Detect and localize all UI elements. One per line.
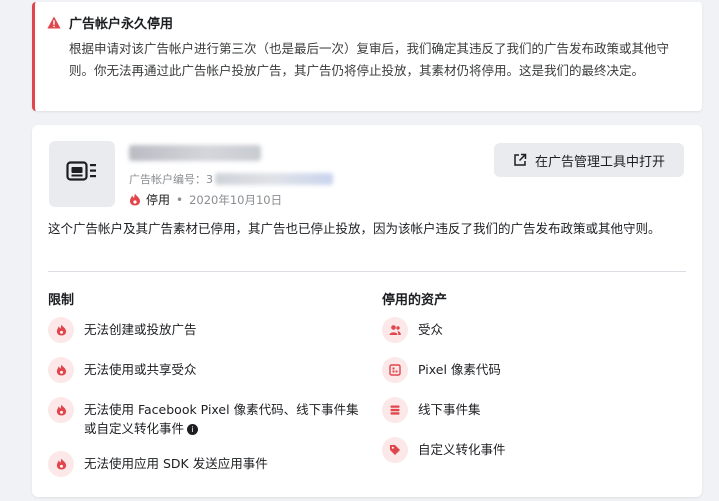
ad-account-icon [49,141,115,207]
account-id: 广告帐户编号： 3 [129,171,333,187]
asset-item-custom-conversions: 自定义转化事件 [382,437,682,477]
divider [48,271,686,272]
disabled-icon [48,317,74,343]
open-in-ads-manager-button[interactable]: 在广告管理工具中打开 [494,143,684,177]
status-text: 停用 [146,193,171,207]
account-id-redacted [215,173,333,185]
disabled-icon [48,357,74,383]
restrictions-section: 限制 无法创建或投放广告 无法使用或共享受众 无法使用 Facebook Pix… [48,289,368,491]
status-date: 2020年10月10日 [189,192,283,207]
disabled-icon [48,397,74,423]
restriction-item: 无法使用应用 SDK 发送应用事件 [48,451,368,491]
restriction-item: 无法使用或共享受众 [48,357,368,397]
restriction-item: 无法使用 Facebook Pixel 像素代码、线下事件集或自定义转化事件 i [48,397,368,451]
disabled-assets-section: 停用的资产 受众 Pixel 像素代码 线下事件集 自定义转化事件 [382,289,682,477]
ad-account-card: 广告帐户编号： 3 停用 • 2020年10月10日 在广告管理工具中打开 这个… [32,125,702,497]
offline-events-icon [382,397,408,423]
external-link-icon [514,153,527,166]
tag-icon [382,437,408,463]
asset-item-offline-events: 线下事件集 [382,397,682,437]
alert-body: 根据申请对该广告帐户进行第三次（也是最后一次）复审后，我们确定其违反了我们的广告… [69,41,670,78]
ad-policy-link[interactable]: 广告发布政策 [511,221,586,236]
disabled-icon [48,451,74,477]
asset-item-audiences: 受众 [382,317,682,357]
info-icon[interactable]: i [187,424,199,435]
account-status: 停用 • 2020年10月10日 [129,191,282,208]
restrictions-title: 限制 [48,293,75,308]
permanent-disable-alert: 广告帐户永久停用 根据申请对该广告帐户进行第三次（也是最后一次）复审后，我们确定… [32,2,702,111]
people-icon [382,317,408,343]
warning-icon [47,16,61,28]
disable-description: 这个广告帐户及其广告素材已停用，其广告也已停止投放，因为该帐户违反了我们的广告发… [48,221,661,236]
disabled-assets-title: 停用的资产 [382,293,448,308]
disabled-status-icon [130,193,140,206]
account-name-redacted [129,145,261,161]
pixel-icon [382,357,408,383]
alert-title: 广告帐户永久停用 [69,16,174,32]
asset-item-pixel: Pixel 像素代码 [382,357,682,397]
restriction-item: 无法创建或投放广告 [48,317,368,357]
